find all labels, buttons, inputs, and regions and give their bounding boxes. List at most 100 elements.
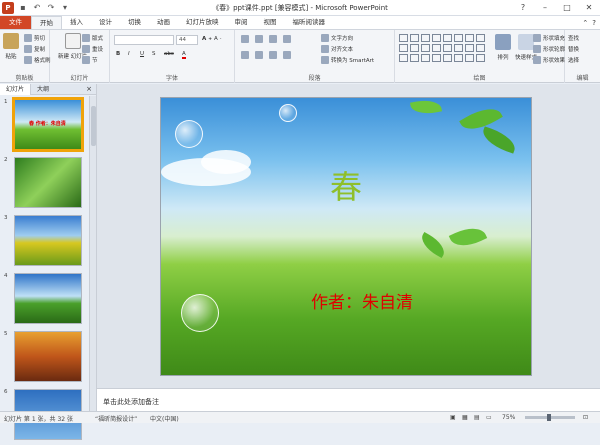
shadow-button[interactable]: S (152, 51, 156, 57)
bullets-button[interactable] (241, 35, 249, 43)
tab-view[interactable]: 视图 (256, 16, 285, 29)
drawing-label: 绘图 (473, 75, 486, 82)
strikethrough-button[interactable]: abc (164, 51, 174, 57)
arrange-icon (495, 34, 511, 50)
help-icon[interactable]: ? (592, 19, 596, 27)
shrink-font-button[interactable]: A- (214, 36, 221, 42)
slide-author[interactable]: 作者：朱自清 (311, 288, 413, 313)
align-left-button[interactable] (241, 51, 249, 59)
thumbnail-row[interactable]: 2 (0, 155, 90, 213)
find-button[interactable]: 查找 (568, 34, 579, 42)
section-icon (82, 56, 90, 64)
thumbnail-row[interactable]: 4 (0, 271, 90, 329)
tab-insert[interactable]: 插入 (62, 16, 91, 29)
paragraph-label: 段落 (308, 75, 321, 82)
italic-button[interactable]: I (128, 51, 130, 57)
thumbnail-row[interactable]: 1 春 作者：朱自清 (0, 97, 90, 155)
thumbnail-number: 6 (4, 389, 8, 395)
paste-button[interactable]: 粘贴 (3, 33, 19, 60)
section-button[interactable]: 节 (82, 56, 98, 64)
tab-review[interactable]: 审阅 (227, 16, 256, 29)
notes-pane[interactable]: 单击此处添加备注 (97, 388, 600, 411)
thumbnail-row[interactable]: 5 (0, 329, 90, 387)
ribbon-right-controls: ⌃ ? (582, 16, 600, 29)
zoom-slider-knob[interactable] (547, 414, 551, 421)
copy-button[interactable]: 复制 (24, 45, 45, 53)
language-indicator[interactable]: 中文(中国) (150, 414, 179, 423)
tab-outline-panel[interactable]: 大纲 (31, 84, 55, 95)
shape-fill-button[interactable]: 形状填充 (533, 34, 565, 42)
format-painter-button[interactable]: 格式刷 (24, 56, 51, 64)
underline-button[interactable]: U (140, 51, 144, 57)
view-reading-icon[interactable]: ▤ (474, 414, 480, 421)
tab-slides-panel[interactable]: 幻灯片 (0, 83, 32, 95)
font-name-field[interactable] (114, 35, 174, 45)
arrange-button[interactable]: 排列 (495, 34, 511, 61)
window-controls: ? – □ ✕ (512, 0, 600, 15)
thumbnail-number: 3 (4, 215, 8, 221)
smartart-button[interactable]: 转换为 SmartArt (321, 56, 374, 64)
view-sorter-icon[interactable]: ▦ (462, 414, 468, 421)
thumbnail-number: 5 (4, 331, 8, 337)
tab-foxit-reader[interactable]: 福昕阅读器 (285, 16, 334, 29)
grow-font-button[interactable]: A + (202, 36, 212, 42)
effects-icon (533, 56, 541, 64)
help-button[interactable]: ? (512, 0, 534, 15)
thumbnail-scrollbar[interactable] (89, 96, 96, 411)
thumbnail-4[interactable] (14, 273, 82, 324)
numbering-button[interactable] (255, 35, 263, 43)
thumbnail-5[interactable] (14, 331, 82, 382)
tab-home[interactable]: 开始 (31, 16, 62, 29)
fit-slide-icon[interactable]: ⊡ (583, 414, 588, 421)
reset-button[interactable]: 重设 (82, 45, 103, 53)
text-direction-button[interactable]: 文字方向 (321, 34, 353, 42)
shape-outline-button[interactable]: 形状轮廓 (533, 45, 565, 53)
thumbnail-number: 4 (4, 273, 8, 279)
scrollbar-thumb[interactable] (91, 106, 96, 146)
view-slideshow-icon[interactable]: ▭ (486, 414, 492, 421)
view-normal-icon[interactable]: ▣ (450, 414, 456, 421)
justify-button[interactable] (283, 51, 291, 59)
thumbnail-row[interactable]: 3 (0, 213, 90, 271)
thumbnail-3[interactable] (14, 215, 82, 266)
align-center-button[interactable] (255, 51, 263, 59)
tab-slideshow[interactable]: 幻灯片放映 (178, 16, 227, 29)
ribbon: 粘贴 剪切 复制 格式刷 剪贴板 新建 幻灯片 版式 重设 节 幻灯片 44 A… (0, 29, 600, 83)
minimize-button[interactable]: – (534, 0, 556, 15)
cut-button[interactable]: 剪切 (24, 34, 45, 42)
theme-name[interactable]: “福昕简报设计” (95, 414, 137, 423)
layout-button[interactable]: 版式 (82, 34, 103, 42)
close-panel-icon[interactable]: × (86, 85, 96, 93)
slides-panel: 幻灯片 大纲 × 1 春 作者：朱自清 2 3 4 5 6 (0, 83, 97, 440)
decrease-indent-button[interactable] (269, 35, 277, 43)
close-button[interactable]: ✕ (578, 0, 600, 15)
increase-indent-button[interactable] (283, 35, 291, 43)
zoom-level[interactable]: 75% (502, 414, 515, 421)
select-button[interactable]: 选择 (568, 56, 579, 64)
window-title: 《春》ppt课件.ppt [兼容模式] - Microsoft PowerPoi… (212, 4, 388, 12)
tab-design[interactable]: 设计 (91, 16, 120, 29)
tab-animations[interactable]: 动画 (149, 16, 178, 29)
replace-button[interactable]: 替换 (568, 45, 579, 53)
tab-file[interactable]: 文件 (0, 16, 31, 29)
align-right-button[interactable] (269, 51, 277, 59)
status-bar: 幻灯片 第 1 张，共 32 张 “福昕简报设计” 中文(中国) ▣ ▦ ▤ ▭… (0, 411, 600, 423)
font-color-button[interactable]: A (182, 51, 186, 59)
bullets-icon (241, 35, 249, 43)
minimize-ribbon-icon[interactable]: ⌃ (582, 19, 588, 27)
slide-title[interactable]: 春 (161, 162, 531, 208)
font-size-field[interactable]: 44 (176, 35, 198, 45)
shapes-gallery[interactable] (399, 34, 485, 62)
shape-effects-button[interactable]: 形状效果 (533, 56, 565, 64)
thumbnail-1[interactable]: 春 作者：朱自清 (12, 97, 84, 152)
thumbnail-2[interactable] (14, 157, 82, 208)
editing-group: 查找 替换 选择 编辑 (565, 30, 600, 83)
tab-transitions[interactable]: 切换 (120, 16, 149, 29)
notes-placeholder: 单击此处添加备注 (103, 398, 159, 406)
numbering-icon (255, 35, 263, 43)
slide-canvas[interactable]: 春 作者：朱自清 (160, 97, 532, 376)
maximize-button[interactable]: □ (556, 0, 578, 15)
bold-button[interactable]: B (116, 51, 120, 57)
zoom-slider[interactable] (525, 414, 575, 421)
align-text-button[interactable]: 对齐文本 (321, 45, 353, 53)
